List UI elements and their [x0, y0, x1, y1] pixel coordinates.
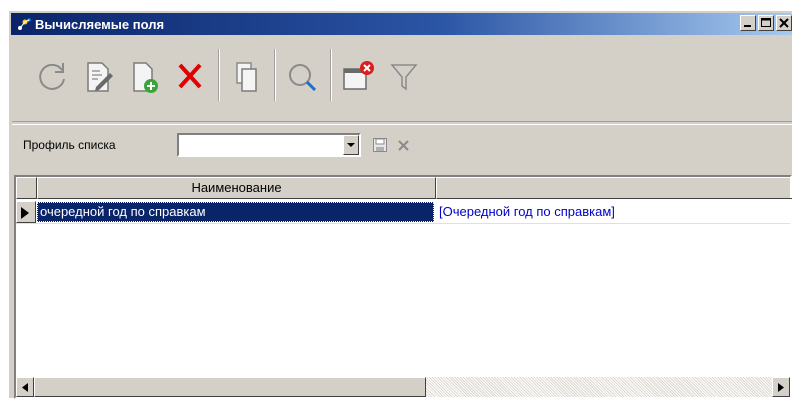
- cell-expression[interactable]: [Очередной год по справкам]: [436, 202, 790, 222]
- grid-header: Наименование: [16, 177, 792, 199]
- maximize-icon: [761, 18, 771, 27]
- profile-row: Профиль списка: [12, 117, 792, 163]
- row-indicator-header: [16, 177, 37, 199]
- profile-dropdown-button[interactable]: [343, 135, 359, 155]
- toolbar-separator: [218, 49, 220, 101]
- search-icon: [289, 64, 317, 92]
- app-icon: [16, 16, 32, 32]
- column-header-name[interactable]: Наименование: [37, 177, 436, 199]
- edit-document-icon: [87, 62, 113, 92]
- window-close-icon: [343, 61, 374, 90]
- window-title: Вычисляемые поля: [35, 17, 165, 32]
- scroll-left-button[interactable]: [16, 377, 34, 397]
- toolbar: [12, 37, 792, 125]
- create-button[interactable]: [124, 53, 164, 97]
- calculated-fields-window: Вычисляемые поля Профиль списка Наименов…: [8, 10, 792, 399]
- delete-button[interactable]: [170, 53, 210, 97]
- scroll-right-button[interactable]: [772, 377, 790, 397]
- profile-combobox[interactable]: [177, 133, 361, 157]
- title-bar[interactable]: Вычисляемые поля: [11, 13, 792, 35]
- delete-profile-button[interactable]: [396, 137, 412, 153]
- new-document-icon: [133, 62, 158, 93]
- column-header-expression[interactable]: [436, 177, 792, 199]
- horizontal-scrollbar[interactable]: [16, 377, 790, 397]
- maximize-button[interactable]: [758, 15, 774, 31]
- arrow-left-icon: [22, 383, 28, 392]
- profile-input[interactable]: [181, 137, 341, 153]
- minimize-button[interactable]: [740, 15, 756, 31]
- close-window-button[interactable]: [338, 53, 378, 97]
- close-icon: [779, 18, 789, 28]
- minimize-icon: [744, 25, 751, 27]
- filter-button[interactable]: [384, 53, 424, 97]
- toolbar-separator: [330, 49, 332, 101]
- scrollbar-thumb[interactable]: [34, 377, 426, 397]
- edit-button[interactable]: [78, 53, 118, 97]
- profile-label: Профиль списка: [23, 138, 116, 152]
- refresh-button[interactable]: [32, 53, 72, 97]
- toolbar-separator: [274, 49, 276, 101]
- fields-grid: Наименование очередной год по справкам […: [14, 175, 792, 399]
- row-indicator: [16, 201, 36, 223]
- save-icon: [373, 138, 387, 152]
- cell-name[interactable]: очередной год по справкам: [37, 202, 434, 222]
- delete-profile-icon: [398, 140, 409, 151]
- arrow-right-icon: [778, 383, 784, 392]
- chevron-down-icon: [347, 143, 355, 147]
- current-row-arrow-icon: [21, 207, 29, 219]
- refresh-icon: [39, 63, 65, 90]
- table-row[interactable]: очередной год по справкам [Очередной год…: [16, 201, 790, 223]
- copy-button[interactable]: [226, 53, 266, 97]
- filter-icon: [390, 64, 418, 91]
- delete-x-icon: [178, 63, 202, 89]
- search-button[interactable]: [282, 53, 322, 97]
- row-divider: [16, 223, 790, 224]
- copy-icon: [236, 62, 257, 92]
- close-button[interactable]: [776, 15, 792, 31]
- save-profile-button[interactable]: [372, 137, 388, 153]
